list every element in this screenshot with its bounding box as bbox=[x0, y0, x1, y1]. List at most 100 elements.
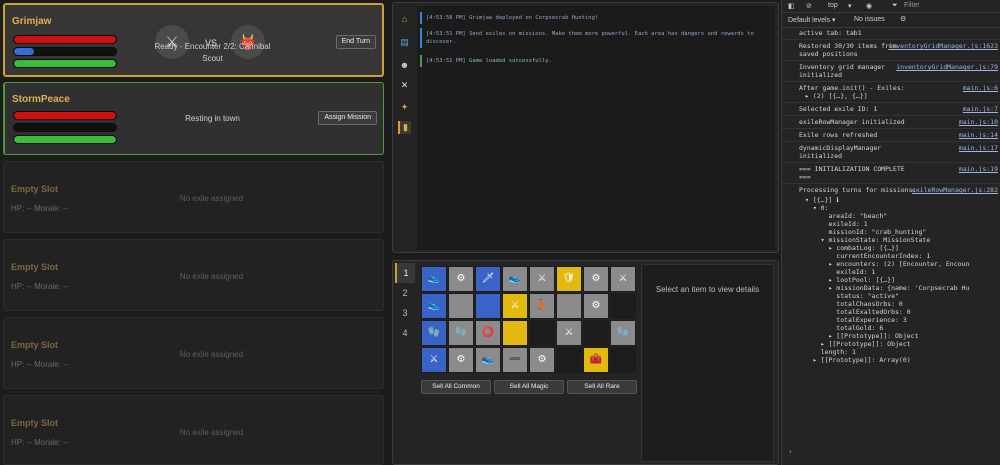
inventory-slot-common[interactable]: 🧤 bbox=[610, 320, 636, 346]
inventory-slot-common[interactable]: ➖ bbox=[502, 347, 528, 373]
item-details-panel: Select an item to view details bbox=[641, 264, 774, 462]
log-levels-select[interactable]: Default levels ▾ bbox=[788, 16, 835, 24]
inventory-grid: 👟 ⚙ 🗡 👟 ⚔ 🛡 ⚙ ⚔ 👟 ⚔ 👢 ⚙ 🧤 🧤 ⭕ ⚔ 🧤 ⚔ ⚙ 👟 ➖ ⚙ 🧰 bbox=[421, 266, 636, 373]
source-link[interactable]: main.js:17 bbox=[959, 144, 998, 152]
home-icon[interactable]: ⌂ bbox=[398, 13, 411, 26]
inventory-slot-common[interactable]: ⚙ bbox=[448, 347, 474, 373]
issues-label[interactable]: No issues bbox=[854, 16, 885, 23]
inventory-tab[interactable]: 2 bbox=[395, 283, 415, 303]
inventory-slot-common[interactable]: ⚔ bbox=[529, 266, 555, 292]
empty-exile-slot: Empty Slot HP: -- Morale: -- No exile as… bbox=[3, 395, 384, 465]
inventory-slot-common[interactable]: ⚙ bbox=[529, 347, 555, 373]
sidebar-toggle-icon[interactable]: ◧ bbox=[788, 2, 795, 10]
inventory-slot-common[interactable] bbox=[448, 293, 474, 319]
exiles-preview[interactable]: ▸ (2) [{…}, {…}] bbox=[799, 92, 995, 100]
slot-message: No exile assigned bbox=[179, 272, 244, 281]
inventory-tab[interactable]: 3 bbox=[395, 303, 415, 323]
inventory-slot-magic[interactable]: 👟 bbox=[421, 266, 447, 292]
inventory-slot-common[interactable]: 👟 bbox=[502, 266, 528, 292]
source-link[interactable]: exileRowManager.js:282 bbox=[912, 186, 998, 194]
inventory-slot-magic[interactable]: 🗡 bbox=[475, 266, 501, 292]
exile-row-stormpeace[interactable]: StormPeace Resting in town Assign Missio… bbox=[3, 82, 384, 155]
inventory-slot-empty[interactable] bbox=[529, 320, 555, 346]
exile-row-grimjaw[interactable]: Grimjaw ⚔ VS 👹 Ready - Encounter 2/2: Ca… bbox=[3, 3, 384, 77]
tree-line: totalGold: 6 bbox=[805, 324, 884, 332]
context-select[interactable]: top bbox=[828, 2, 838, 9]
inventory-slot-rare[interactable]: 🧰 bbox=[583, 347, 609, 373]
source-link[interactable]: main.js:14 bbox=[959, 131, 998, 139]
xp-bar bbox=[13, 47, 117, 56]
character-icon[interactable]: ☻ bbox=[398, 59, 411, 72]
inventory-slot-magic[interactable]: 🧤 bbox=[421, 320, 447, 346]
gear-icon[interactable]: ⚙ bbox=[900, 15, 906, 23]
log-icon[interactable]: ▮ bbox=[398, 121, 411, 134]
end-turn-button[interactable]: End Turn bbox=[335, 35, 376, 49]
inventory-tab[interactable]: 4 bbox=[395, 323, 415, 343]
panel-icon-strip: ⌂ ▤ ☻ ✕ ✦ ▮ bbox=[395, 5, 414, 252]
inventory-slot-empty[interactable] bbox=[583, 320, 609, 346]
sell-magic-button[interactable]: Sell All Magic bbox=[494, 380, 564, 394]
slot-label: Empty Slot bbox=[11, 262, 59, 272]
empty-exile-slot: Empty Slot HP: -- Morale: -- No exile as… bbox=[3, 317, 384, 389]
tree-line[interactable]: ▸ [[Prototype]]: Array(0) bbox=[805, 356, 1000, 364]
slot-stats: HP: -- Morale: -- bbox=[11, 438, 69, 447]
inventory-slot-common[interactable] bbox=[556, 293, 582, 319]
inventory-slot-magic[interactable] bbox=[475, 293, 501, 319]
inventory-slot-common[interactable]: ⚔ bbox=[556, 320, 582, 346]
inventory-tab[interactable]: 1 bbox=[395, 263, 415, 283]
tree-line[interactable]: ▸ [[Prototype]]: Object bbox=[805, 332, 1000, 340]
inventory-slot-common[interactable]: 🧤 bbox=[448, 320, 474, 346]
inventory-slot-empty[interactable] bbox=[610, 293, 636, 319]
source-link[interactable]: main.js:7 bbox=[963, 105, 998, 113]
inventory-slot-common[interactable]: ⭕ bbox=[475, 320, 501, 346]
console-message: main.js:17 dynamicDisplayManager initial… bbox=[782, 142, 1000, 163]
source-link[interactable]: main.js:6 bbox=[963, 84, 998, 92]
source-link[interactable]: main.js:19 bbox=[959, 165, 998, 173]
hp-bar bbox=[13, 111, 117, 120]
swords-icon[interactable]: ✕ bbox=[398, 79, 411, 92]
console-prompt[interactable]: › bbox=[788, 448, 793, 456]
tree-line: currentEncounterIndex: 1 bbox=[805, 252, 931, 260]
inventory-slot-empty[interactable] bbox=[556, 347, 582, 373]
tree-line: exileId: 1 bbox=[805, 220, 868, 228]
inventory-slot-common[interactable]: ⚙ bbox=[448, 266, 474, 292]
sell-common-button[interactable]: Sell All Common bbox=[421, 380, 491, 394]
object-inspector-tree[interactable]: ▾ [{…}] ℹ ▾ 0: areaId: "beach" exileId: … bbox=[782, 196, 1000, 364]
sell-rare-button[interactable]: Sell All Rare bbox=[567, 380, 637, 394]
inventory-slot-common[interactable]: ⚙ bbox=[583, 293, 609, 319]
tree-line[interactable]: ▸ lootPool: [{…}] bbox=[805, 276, 1000, 284]
book-icon[interactable]: ▤ bbox=[398, 36, 411, 49]
source-link[interactable]: inventoryGridManager.js:1623 bbox=[888, 42, 998, 50]
console-toolbar: ◧ ⊘ top ▾ ◉ ⏷ Filter bbox=[782, 0, 1000, 13]
filter-input[interactable]: Filter bbox=[904, 2, 920, 9]
source-link[interactable]: inventoryGridManager.js:79 bbox=[896, 63, 998, 71]
tree-line[interactable]: ▾ [{…}] ℹ bbox=[805, 196, 1000, 204]
tree-line[interactable]: ▾ 0: bbox=[805, 204, 1000, 212]
inventory-slot-magic[interactable]: ⚔ bbox=[421, 347, 447, 373]
inventory-slot-common[interactable]: 👢 bbox=[529, 293, 555, 319]
inventory-slot-magic[interactable]: 👟 bbox=[421, 293, 447, 319]
inventory-slot-common[interactable]: ⚔ bbox=[610, 266, 636, 292]
tree-line: totalExaltedOrbs: 0 bbox=[805, 308, 911, 316]
console-message: main.js:6 After game.init() - Exiles: ▸ … bbox=[782, 82, 1000, 103]
inventory-slot-rare[interactable]: 🛡 bbox=[556, 266, 582, 292]
slot-message: No exile assigned bbox=[179, 194, 244, 203]
inventory-slot-empty[interactable] bbox=[610, 347, 636, 373]
clear-console-icon[interactable]: ⊘ bbox=[806, 2, 812, 10]
slot-stats: HP: -- Morale: -- bbox=[11, 360, 69, 369]
source-link[interactable]: main.js:10 bbox=[959, 118, 998, 126]
tree-line[interactable]: ▸ missionData: {name: 'Corpsecrab Hu bbox=[805, 284, 1000, 292]
tree-line[interactable]: ▸ encounters: (2) [Encounter, Encoun bbox=[805, 260, 1000, 268]
inventory-slot-common[interactable]: ⚙ bbox=[583, 266, 609, 292]
eye-icon[interactable]: ◉ bbox=[866, 2, 872, 10]
tree-line[interactable]: ▸ [[Prototype]]: Object bbox=[805, 340, 1000, 348]
tree-line[interactable]: ▾ missionState: MissionState bbox=[805, 236, 1000, 244]
inventory-slot-common[interactable]: 👟 bbox=[475, 347, 501, 373]
assign-mission-button[interactable]: Assign Mission bbox=[318, 111, 377, 125]
crafting-icon[interactable]: ✦ bbox=[398, 101, 411, 114]
tree-line[interactable]: ▸ combatLog: [{…}] bbox=[805, 244, 1000, 252]
inventory-slot-rare[interactable]: ⚔ bbox=[502, 293, 528, 319]
chevron-down-icon[interactable]: ▾ bbox=[848, 2, 852, 10]
exile-name: StormPeace bbox=[12, 94, 70, 105]
inventory-slot-rare[interactable] bbox=[502, 320, 528, 346]
